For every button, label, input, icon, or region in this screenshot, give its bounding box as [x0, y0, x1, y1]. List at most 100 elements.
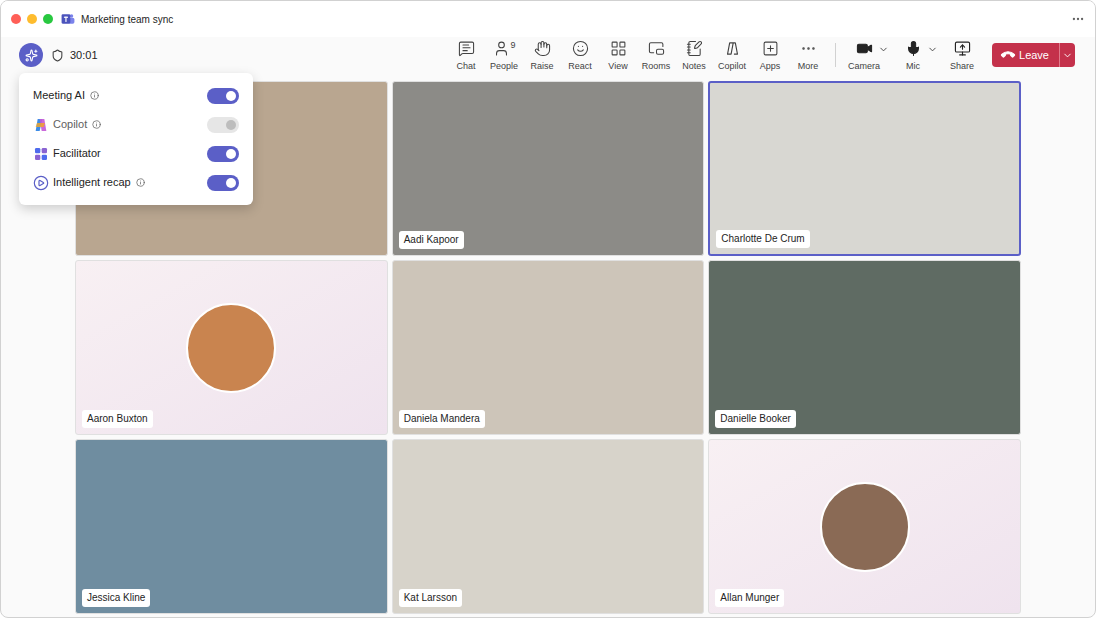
view-icon	[610, 40, 627, 57]
toolbar-divider	[835, 43, 836, 67]
minimize-dot[interactable]	[27, 14, 37, 24]
notes-label: Notes	[682, 61, 706, 72]
participant-name-label: Aaron Buxton	[82, 410, 153, 428]
zoom-dot[interactable]	[43, 14, 53, 24]
info-icon[interactable]	[92, 120, 101, 129]
device-chevron-icon[interactable]	[878, 44, 889, 55]
participant-tile[interactable]: Jessica Kline	[75, 439, 388, 614]
toggle-switch[interactable]	[207, 175, 239, 191]
meeting-timer: 30:01	[70, 47, 98, 64]
people-count: 9	[511, 39, 516, 53]
participant-tile[interactable]: Aadi Kapoor	[392, 81, 705, 256]
recap-icon	[33, 175, 49, 191]
raise-hand-button[interactable]: Raise	[523, 39, 561, 72]
react-button[interactable]: React	[561, 39, 599, 72]
ai-menu-label: Meeting AI	[33, 87, 85, 104]
toggle-knob	[226, 149, 236, 159]
participant-name-label: Jessica Kline	[82, 589, 150, 607]
copilot-label: Copilot	[718, 61, 746, 72]
participant-name-label: Danielle Booker	[715, 410, 796, 428]
leave-button[interactable]: Leave	[992, 43, 1059, 67]
view-button[interactable]: View	[599, 39, 637, 72]
share-label: Share	[950, 61, 974, 72]
chat-icon	[458, 40, 475, 57]
copilot-icon	[724, 40, 741, 57]
more-label: More	[798, 61, 819, 72]
info-icon[interactable]	[90, 91, 99, 100]
teams-logo-icon	[61, 12, 75, 26]
participant-tile[interactable]: Kat Larsson	[392, 439, 705, 614]
toggle-switch[interactable]	[207, 146, 239, 162]
share-button[interactable]: Share	[942, 39, 982, 72]
hang-up-icon	[1000, 47, 1017, 64]
window-title: Marketing team sync	[81, 12, 173, 27]
window-more-icon[interactable]	[1071, 12, 1085, 26]
participant-tile[interactable]: Aaron Buxton	[75, 260, 388, 435]
ai-menu-label: Intelligent recap	[53, 174, 131, 191]
toggle-knob	[226, 178, 236, 188]
device-label: Mic	[906, 61, 920, 72]
participant-tile[interactable]: Allan Munger	[708, 439, 1021, 614]
close-dot[interactable]	[11, 14, 21, 24]
apps-icon	[762, 40, 779, 57]
rooms-button[interactable]: Rooms	[637, 39, 675, 72]
meeting-ai-button[interactable]	[19, 43, 43, 67]
copilot-button[interactable]: Copilot	[713, 39, 751, 72]
rooms-icon	[648, 40, 665, 57]
ai-menu-row[interactable]: Meeting AI	[19, 81, 253, 110]
chat-button[interactable]: Chat	[447, 39, 485, 72]
view-label: View	[608, 61, 627, 72]
toggle-switch[interactable]	[207, 88, 239, 104]
participant-name-label: Daniela Mandera	[399, 410, 485, 428]
ai-menu-row[interactable]: Intelligent recap	[19, 168, 253, 197]
react-icon	[572, 40, 589, 57]
ai-menu-label: Facilitator	[53, 145, 101, 162]
apps-label: Apps	[760, 61, 781, 72]
meeting-toolbar: 30:01 Chat 9 People Raise React View Rooms Notes…	[1, 37, 1095, 73]
mic-icon	[905, 40, 922, 57]
leave-label: Leave	[1019, 47, 1049, 64]
participant-name-label: Aadi Kapoor	[399, 231, 464, 249]
raise-hand-icon	[534, 40, 551, 57]
apps-button[interactable]: Apps	[751, 39, 789, 72]
mic-button[interactable]: Mic	[893, 39, 933, 72]
ai-menu-row[interactable]: Copilot	[19, 110, 253, 139]
leave-button-group: Leave	[992, 43, 1075, 67]
rooms-label: Rooms	[642, 61, 671, 72]
toggle-knob	[226, 120, 236, 130]
meeting-ai-menu: Meeting AI Copilot Facilitator Intelligent …	[19, 73, 253, 205]
people-label: People	[490, 61, 518, 72]
participant-tile[interactable]: Daniela Mandera	[392, 260, 705, 435]
copilot-logo-icon	[33, 117, 49, 133]
camera-icon	[856, 40, 873, 57]
device-chevron-icon[interactable]	[927, 44, 938, 55]
teams-window: Marketing team sync 30:01 Chat 9 People Raise…	[0, 0, 1096, 618]
share-icon	[954, 40, 971, 57]
participant-avatar	[186, 303, 276, 393]
toggle-switch	[207, 117, 239, 133]
shield-icon	[51, 49, 64, 62]
info-icon[interactable]	[136, 178, 145, 187]
more-icon	[800, 40, 817, 57]
camera-button[interactable]: Camera	[844, 39, 884, 72]
participant-tile[interactable]: Charlotte De Crum	[708, 81, 1021, 256]
chevron-down-icon	[1062, 50, 1073, 61]
leave-dropdown[interactable]	[1059, 43, 1075, 67]
facilitator-icon	[33, 146, 49, 162]
raise-hand-label: Raise	[531, 61, 554, 72]
participant-name-label: Charlotte De Crum	[716, 230, 809, 248]
people-button[interactable]: 9 People	[485, 39, 523, 72]
participant-tile[interactable]: Danielle Booker	[708, 260, 1021, 435]
react-label: React	[568, 61, 592, 72]
chat-label: Chat	[457, 61, 476, 72]
ai-menu-label: Copilot	[53, 116, 87, 133]
notes-icon	[686, 40, 703, 57]
sparkle-icon	[25, 49, 38, 62]
ai-menu-row[interactable]: Facilitator	[19, 139, 253, 168]
toggle-knob	[226, 91, 236, 101]
people-icon	[493, 40, 510, 57]
notes-button[interactable]: Notes	[675, 39, 713, 72]
participant-name-label: Kat Larsson	[399, 589, 462, 607]
participant-name-label: Allan Munger	[715, 589, 784, 607]
more-button[interactable]: More	[789, 39, 827, 72]
